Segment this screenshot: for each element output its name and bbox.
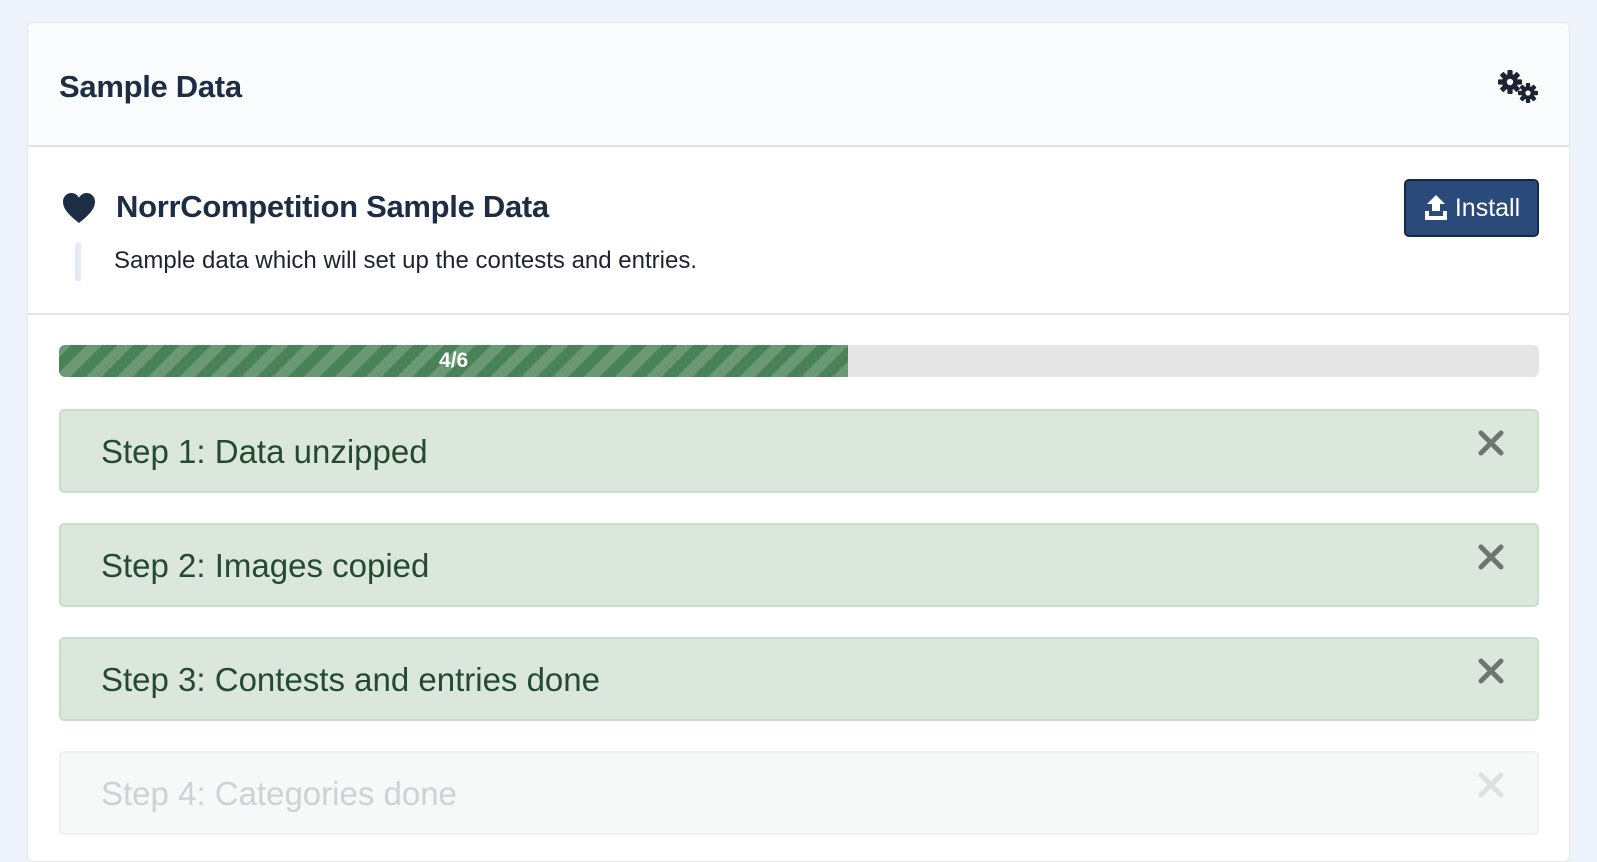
card-header: Sample Data	[28, 23, 1569, 147]
install-label: Install	[1454, 193, 1521, 222]
step-label: Step 4: Categories done	[101, 775, 457, 812]
step-alert: Step 2: Images copied	[59, 523, 1539, 607]
sample-data-card: Sample Data NorrCompetition Sample Data …	[27, 22, 1570, 862]
progress-fill: 4/6	[59, 345, 849, 377]
close-icon[interactable]	[1475, 427, 1507, 459]
step-alert: Step 1: Data unzipped	[59, 409, 1539, 493]
install-button[interactable]: Install	[1404, 179, 1539, 237]
upload-icon	[1424, 195, 1447, 220]
card-title: Sample Data	[59, 69, 242, 104]
close-icon[interactable]	[1475, 541, 1507, 573]
step-label: Step 2: Images copied	[101, 547, 430, 584]
heart-icon	[63, 193, 95, 223]
sample-title: NorrCompetition Sample Data	[116, 189, 549, 224]
progress-label: 4/6	[439, 349, 469, 372]
gears-icon[interactable]	[1497, 69, 1539, 105]
sample-data-item: NorrCompetition Sample Data Sample data …	[28, 147, 1569, 315]
install-progress-bar: 4/6	[59, 345, 1539, 377]
step-label: Step 3: Contests and entries done	[101, 661, 600, 698]
close-icon[interactable]	[1475, 655, 1507, 687]
step-label: Step 1: Data unzipped	[101, 433, 428, 470]
close-icon[interactable]	[1475, 769, 1507, 801]
sample-description: Sample data which will set up the contes…	[75, 243, 697, 281]
step-alert: Step 3: Contests and entries done	[59, 637, 1539, 721]
step-alert: Step 4: Categories done	[59, 751, 1539, 835]
